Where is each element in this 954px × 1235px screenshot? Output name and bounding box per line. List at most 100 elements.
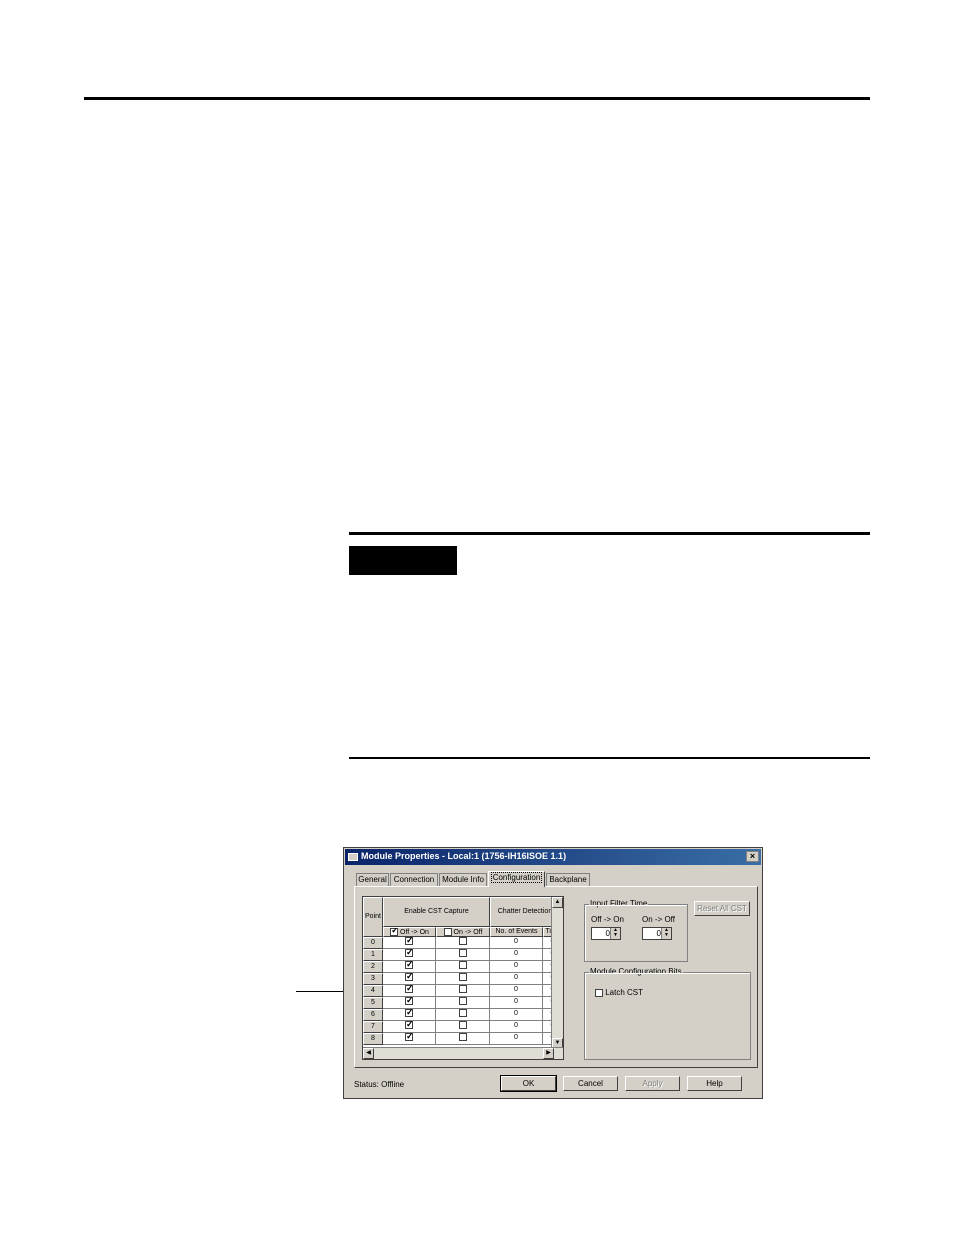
help-button[interactable]: Help (687, 1076, 742, 1091)
events-cell[interactable]: 0 (490, 985, 543, 997)
cst-on-off-cell[interactable] (436, 949, 490, 961)
config-bits-label: Module Configuration Bits (589, 967, 683, 976)
tab-connection[interactable]: Connection (390, 873, 438, 886)
cst-off-on-cell[interactable] (383, 961, 436, 973)
header-point: Point (363, 897, 383, 937)
checkbox-icon[interactable] (405, 997, 414, 1006)
cst-on-off-cell[interactable] (436, 997, 490, 1009)
checkbox-icon[interactable] (458, 961, 467, 970)
cst-on-off-cell[interactable] (436, 1021, 490, 1033)
cst-off-on-cell[interactable] (383, 1033, 436, 1045)
scroll-left-icon[interactable]: ◀ (363, 1048, 374, 1059)
cst-off-on-cell[interactable] (383, 937, 436, 949)
scroll-right-icon[interactable]: ▶ (543, 1048, 554, 1059)
latch-cst-checkbox[interactable]: Latch CST (595, 988, 643, 997)
subheader-on-off-label: On -> Off (453, 928, 483, 936)
horizontal-scrollbar[interactable]: ◀ ▶ (363, 1047, 563, 1059)
subheader-off-on[interactable]: Off -> On (383, 927, 436, 937)
checkbox-icon[interactable] (458, 949, 467, 958)
vertical-scrollbar[interactable]: ▲ ▼ (551, 897, 563, 1049)
point-number: 5 (363, 997, 383, 1009)
spinner-arrows-icon[interactable]: ▲ ▼ (610, 928, 620, 939)
events-cell[interactable]: 0 (490, 973, 543, 985)
checkbox-icon[interactable] (405, 949, 414, 958)
spinner-arrows-icon[interactable]: ▲ ▼ (661, 928, 671, 939)
cst-on-off-cell[interactable] (436, 985, 490, 997)
close-button[interactable]: × (746, 851, 759, 862)
point-number: 6 (363, 1009, 383, 1021)
point-number: 7 (363, 1021, 383, 1033)
tab-module-info[interactable]: Module Info (439, 873, 487, 886)
checkbox-icon (595, 988, 603, 997)
cst-off-on-cell[interactable] (383, 985, 436, 997)
filter-on-off-label: On -> Off (642, 915, 675, 924)
filter-off-on-spinner[interactable]: 0 ▲ ▼ (591, 927, 621, 940)
status-line: Status: Offline (354, 1080, 404, 1089)
point-number: 1 (363, 949, 383, 961)
cancel-button[interactable]: Cancel (563, 1076, 618, 1091)
subheader-events: No. of Events (490, 927, 543, 937)
point-number: 2 (363, 961, 383, 973)
checkbox-icon[interactable] (405, 937, 414, 946)
cst-on-off-cell[interactable] (436, 937, 490, 949)
point-number: 4 (363, 985, 383, 997)
checkbox-icon[interactable] (458, 1033, 467, 1042)
checkbox-icon (390, 928, 399, 936)
subheader-off-on-label: Off -> On (400, 928, 429, 936)
tab-configuration[interactable]: Configuration (488, 871, 545, 887)
checkbox-icon[interactable] (458, 1021, 467, 1030)
config-bits-group: Module Configuration Bits Latch CST (584, 967, 751, 1060)
cst-off-on-cell[interactable] (383, 1021, 436, 1033)
input-filter-group: Input Filter Time Off -> On On -> Off 0 … (584, 899, 688, 962)
cst-off-on-cell[interactable] (383, 949, 436, 961)
scroll-up-icon[interactable]: ▲ (552, 897, 563, 908)
point-config-grid[interactable]: Point Enable CST Capture Chatter Detecti… (362, 896, 564, 1060)
events-cell[interactable]: 0 (490, 1021, 543, 1033)
checkbox-icon[interactable] (405, 985, 414, 994)
status-label: Status: (354, 1080, 379, 1089)
checkbox-icon[interactable] (458, 937, 467, 946)
cst-on-off-cell[interactable] (436, 1009, 490, 1021)
point-number: 0 (363, 937, 383, 949)
events-cell[interactable]: 0 (490, 1033, 543, 1045)
cst-on-off-cell[interactable] (436, 1033, 490, 1045)
checkbox-icon[interactable] (458, 973, 467, 982)
events-cell[interactable]: 0 (490, 949, 543, 961)
filter-off-on-value: 0 (605, 929, 610, 938)
cst-on-off-cell[interactable] (436, 973, 490, 985)
checkbox-icon[interactable] (405, 961, 414, 970)
events-cell[interactable]: 0 (490, 1009, 543, 1021)
events-cell[interactable]: 0 (490, 961, 543, 973)
latch-cst-label: Latch CST (605, 988, 644, 997)
events-cell[interactable]: 0 (490, 937, 543, 949)
point-number: 8 (363, 1033, 383, 1045)
filter-off-on-label: Off -> On (591, 915, 624, 924)
checkbox-icon[interactable] (405, 1021, 414, 1030)
checkbox-icon[interactable] (458, 1009, 467, 1018)
checkbox-icon (443, 928, 452, 936)
cst-off-on-cell[interactable] (383, 973, 436, 985)
apply-button[interactable]: Apply (625, 1076, 680, 1091)
header-chatter: Chatter Detection (490, 897, 560, 927)
reset-all-cst-button[interactable]: Reset All CST (694, 901, 750, 916)
header-cst: Enable CST Capture (383, 897, 490, 927)
tab-backplane[interactable]: Backplane (546, 873, 590, 886)
important-bottom-rule (349, 757, 870, 759)
events-cell[interactable]: 0 (490, 997, 543, 1009)
cst-on-off-cell[interactable] (436, 961, 490, 973)
checkbox-icon[interactable] (405, 1033, 414, 1042)
checkbox-icon[interactable] (405, 973, 414, 982)
checkbox-icon[interactable] (458, 997, 467, 1006)
cst-off-on-cell[interactable] (383, 997, 436, 1009)
checkbox-icon[interactable] (458, 985, 467, 994)
dialog-title: Module Properties - Local:1 (1756-IH16IS… (361, 851, 567, 861)
tab-general[interactable]: General (356, 873, 389, 886)
filter-on-off-spinner[interactable]: 0 ▲ ▼ (642, 927, 672, 940)
status-value: Offline (381, 1080, 405, 1089)
cst-off-on-cell[interactable] (383, 1009, 436, 1021)
checkbox-icon[interactable] (405, 1009, 414, 1018)
ok-button[interactable]: OK (500, 1075, 557, 1092)
subheader-on-off[interactable]: On -> Off (436, 927, 490, 937)
module-properties-dialog: Module Properties - Local:1 (1756-IH16IS… (343, 847, 763, 1099)
top-rule (84, 97, 870, 100)
